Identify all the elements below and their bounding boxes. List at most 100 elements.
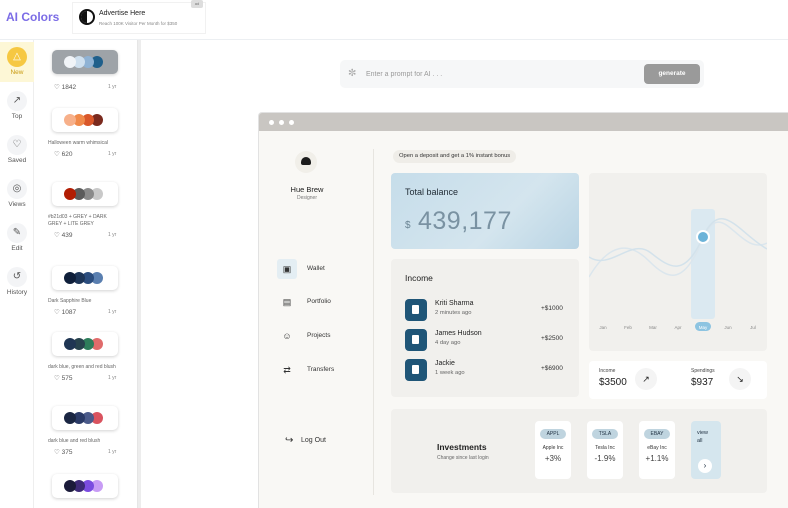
stock-card[interactable]: TSLA Tesla Inc -1.9% [587, 421, 623, 479]
trend-up-icon[interactable]: ↗ [635, 368, 657, 390]
balance-currency: $ [405, 220, 411, 231]
nav-item-edit[interactable]: ✎ Edit [0, 218, 34, 258]
palette-meta: ♡ 439 1 yr [48, 231, 132, 241]
nav-label: Saved [7, 157, 27, 164]
stock-change: -1.9% [594, 454, 616, 463]
menu-item-transfers[interactable]: ⇄ Transfers [277, 360, 357, 380]
income-spendings-card: Income $3500 ↗ Spendings $937 ↘ [589, 361, 767, 399]
like-count[interactable]: ♡ 620 [54, 150, 73, 158]
palette-card[interactable]: Halloween warm whimsical ♡ 620 1 yr [48, 108, 132, 160]
month-tick-label: Jul [750, 325, 756, 330]
likes-value: 375 [61, 449, 73, 456]
palette-card[interactable] [48, 474, 132, 498]
like-count[interactable]: ♡ 1087 [54, 308, 76, 316]
palette-swatch[interactable] [52, 50, 118, 74]
income-row[interactable]: Jackie 1 week ago +$6900 [405, 359, 571, 385]
investments-title: Investments [437, 442, 487, 452]
palette-card[interactable]: Dark Sapphire Blue ♡ 1087 1 yr [48, 266, 132, 318]
nav-item-new[interactable]: △ New [0, 42, 34, 82]
highlight-point[interactable] [696, 230, 710, 244]
view-all-button[interactable]: view all › [691, 421, 721, 479]
top-bar: AI Colors Advertise Here Reach 100K Visi… [0, 0, 788, 40]
nav-item-top[interactable]: ↗ Top [0, 86, 34, 126]
palette-swatch[interactable] [52, 182, 118, 206]
palette-age: 1 yr [108, 232, 117, 238]
income-amount: +$2500 [541, 335, 563, 342]
palette-list: ♡ 1842 1 yr Halloween warm whimsical ♡ 6… [34, 40, 138, 508]
like-count[interactable]: ♡ 1842 [54, 83, 76, 91]
like-count[interactable]: ♡ 575 [54, 374, 73, 382]
palette-swatch[interactable] [52, 108, 118, 132]
menu-item-wallet[interactable]: ▣ Wallet [277, 259, 357, 279]
palette-name: #b21d03 + GREY + DARK GREY + LITE GREY [48, 214, 107, 227]
palette-card[interactable]: dark blue, green and red blush ♡ 575 1 y… [48, 332, 132, 384]
menu-label: Projects [307, 332, 331, 339]
income-row[interactable]: James Hudson 4 day ago +$2500 [405, 329, 571, 355]
month-tick-label: Mar [649, 325, 657, 330]
panel-divider[interactable] [138, 40, 141, 508]
likes-value: 575 [61, 375, 73, 382]
month-tick-label: Jun [724, 325, 732, 330]
income-row[interactable]: Kriti Sharma 2 minutes ago +$1000 [405, 299, 571, 325]
nav-item-views[interactable]: ◎ Views [0, 174, 34, 214]
generate-button[interactable]: generate [644, 64, 700, 84]
stock-card[interactable]: APPL Apple Inc +3% [535, 421, 571, 479]
color-swatch[interactable] [64, 114, 76, 126]
stock-card[interactable]: EBAY eBay Inc +1.1% [639, 421, 675, 479]
month-tick-label: Jan [599, 325, 607, 330]
stock-company: Apple Inc [542, 445, 564, 451]
palette-name: Dark Sapphire Blue [48, 298, 92, 304]
avatar [295, 151, 317, 173]
like-count[interactable]: ♡ 439 [54, 231, 73, 239]
palette-age: 1 yr [108, 84, 117, 90]
series-line-back [588, 221, 768, 278]
color-swatch[interactable] [64, 412, 76, 424]
income-time: 1 week ago [435, 370, 465, 376]
color-swatch[interactable] [64, 188, 76, 200]
ad-tag: ad [191, 0, 203, 8]
like-count[interactable]: ♡ 375 [54, 448, 73, 456]
menu-label: Wallet [307, 265, 325, 272]
palette-swatch[interactable] [52, 266, 118, 290]
bonus-banner[interactable]: Open a deposit and get a 1% instant bonu… [393, 150, 517, 163]
palette-card[interactable]: ♡ 1842 1 yr [48, 50, 132, 93]
color-swatch[interactable] [64, 272, 76, 284]
likes-value: 1842 [61, 84, 77, 91]
income-name: James Hudson [435, 330, 482, 337]
left-nav: △ New ↗ Top ♡ Saved ◎ Views ✎ Edit ↺ His… [0, 40, 34, 508]
color-swatch[interactable] [64, 338, 76, 350]
trending-icon: ↗ [7, 91, 27, 111]
income-time: 2 minutes ago [435, 310, 472, 316]
stock-ticker: EBAY [644, 429, 670, 439]
income-name: Jackie [435, 360, 455, 367]
app-logo[interactable]: AI Colors [6, 10, 59, 24]
nav-item-history[interactable]: ↺ History [0, 262, 34, 302]
logout-button[interactable]: ↪ Log Out [285, 435, 365, 449]
palette-age: 1 yr [108, 449, 117, 455]
palette-swatch[interactable] [52, 332, 118, 356]
nav-label: New [10, 69, 24, 76]
color-swatch[interactable] [64, 480, 76, 492]
ad-banner[interactable]: Advertise Here Reach 100K Visitor Per Mo… [72, 0, 206, 34]
palette-meta: ♡ 620 1 yr [48, 150, 132, 160]
history-icon: ↺ [7, 267, 27, 287]
nav-item-saved[interactable]: ♡ Saved [0, 130, 34, 170]
menu-item-portfolio[interactable]: ▤ Portfolio [277, 292, 357, 312]
palette-swatch[interactable] [52, 474, 118, 498]
balance-title: Total balance [405, 187, 459, 197]
document-icon [405, 329, 427, 351]
palette-age: 1 yr [108, 375, 117, 381]
prompt-input[interactable] [366, 66, 606, 82]
views-icon: ◎ [7, 179, 27, 199]
trend-down-icon[interactable]: ↘ [729, 368, 751, 390]
palette-meta: ♡ 1842 1 yr [48, 83, 132, 93]
palette-card[interactable]: #b21d03 + GREY + DARK GREY + LITE GREY ♡… [48, 182, 132, 241]
month-axis: Jan Feb Mar Apr May Jun Jul [599, 322, 756, 331]
stock-company: Tesla Inc [595, 445, 615, 451]
document-icon [405, 299, 427, 321]
menu-item-projects[interactable]: ☺ Projects [277, 326, 357, 346]
palette-card[interactable]: dark blue and red blush ♡ 375 1 yr [48, 406, 132, 458]
color-swatch[interactable] [64, 56, 76, 68]
stock-ticker: APPL [540, 429, 566, 439]
palette-swatch[interactable] [52, 406, 118, 430]
